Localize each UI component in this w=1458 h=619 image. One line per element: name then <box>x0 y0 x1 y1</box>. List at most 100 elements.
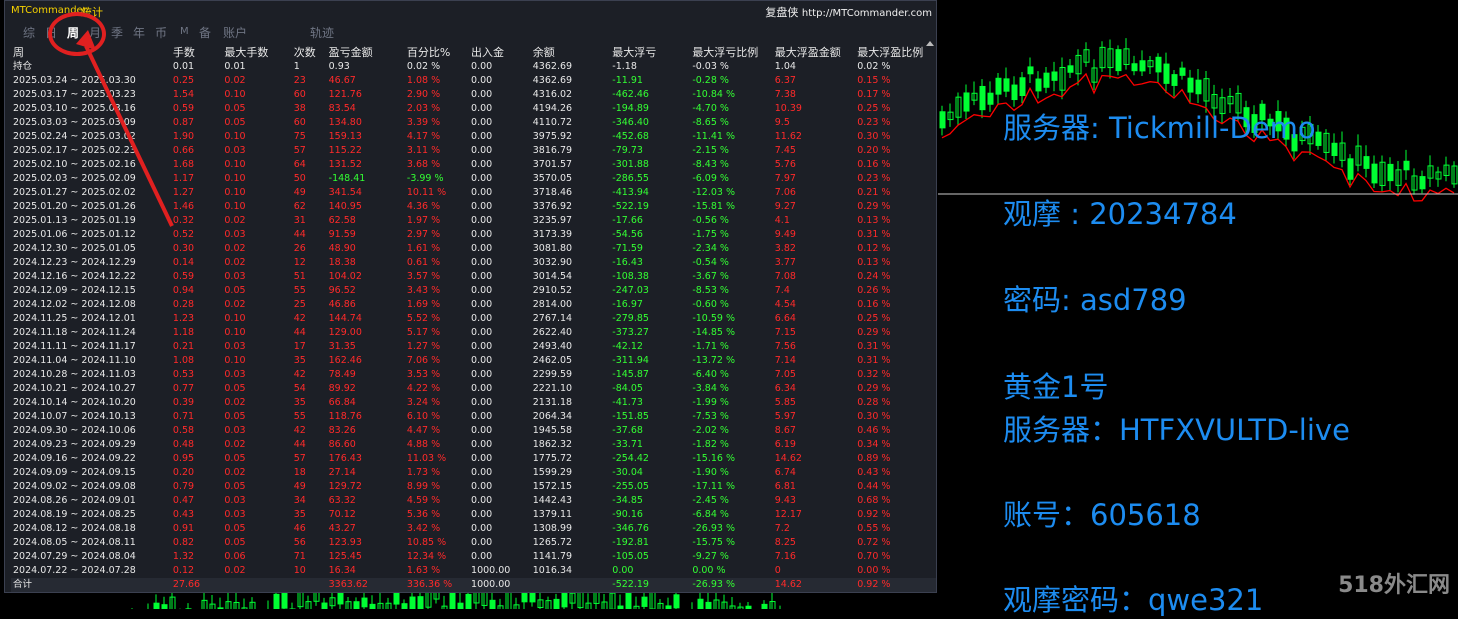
cell-max-drawdown-pct: -0.54 % <box>690 256 772 270</box>
cell-count: 46 <box>292 522 327 536</box>
cell-max-drawdown: -346.76 <box>610 522 690 536</box>
cell-lots: 0.59 <box>171 270 222 284</box>
cell-balance: 2299.59 <box>531 368 611 382</box>
candle <box>1348 159 1353 179</box>
cell-lots: 1.18 <box>171 326 222 340</box>
table-row[interactable]: 2024.09.16 ~ 2024.09.220.950.0557176.431… <box>11 452 936 466</box>
table-row[interactable]: 2024.09.09 ~ 2024.09.150.200.021827.141.… <box>11 466 936 480</box>
candle <box>762 604 767 609</box>
table-row[interactable]: 2024.09.02 ~ 2024.09.080.790.0549129.728… <box>11 480 936 494</box>
cell-max-float-profit: 7.14 <box>773 354 855 368</box>
cell-max-float-profit-pct: 0.12 % <box>855 242 936 256</box>
cell-max-drawdown-pct: 0.00 % <box>690 564 772 578</box>
table-row[interactable]: 2024.12.30 ~ 2025.01.050.300.022648.901.… <box>11 242 936 256</box>
table-row[interactable]: 2024.11.04 ~ 2024.11.101.080.1035162.467… <box>11 354 936 368</box>
cell-max-float-profit: 7.15 <box>773 326 855 340</box>
cell-count: 35 <box>292 354 327 368</box>
table-row[interactable]: 2024.07.22 ~ 2024.07.280.120.021016.341.… <box>11 564 936 578</box>
table-row-total[interactable]: 合计27.663363.62336.36 %1000.00-522.19-26.… <box>11 578 936 592</box>
table-row[interactable]: 2024.12.09 ~ 2024.12.150.940.055596.523.… <box>11 284 936 298</box>
cell-max-float-profit-pct: 0.92 % <box>855 508 936 522</box>
cell-deposit: 0.00 <box>469 298 531 312</box>
candle <box>1188 78 1193 92</box>
cell-pnl: 46.86 <box>327 298 405 312</box>
cell-max-drawdown-pct: -1.82 % <box>690 438 772 452</box>
cell-max-float-profit-pct: 0.70 % <box>855 550 936 564</box>
table-row[interactable]: 2024.12.16 ~ 2024.12.220.590.0351104.023… <box>11 270 936 284</box>
cell-max-lots: 0.03 <box>222 270 291 284</box>
cell-max-drawdown-pct: -14.85 % <box>690 326 772 340</box>
cell-week: 2024.11.11 ~ 2024.11.17 <box>11 340 171 354</box>
cell-balance: 2910.52 <box>531 284 611 298</box>
cell-percent: 3.24 % <box>405 396 469 410</box>
cell-deposit: 1000.00 <box>469 578 531 592</box>
cell-max-float-profit: 3.77 <box>773 256 855 270</box>
table-row[interactable]: 2024.07.29 ~ 2024.08.041.320.0671125.451… <box>11 550 936 564</box>
cell-max-float-profit: 6.81 <box>773 480 855 494</box>
table-row[interactable]: 2024.08.26 ~ 2024.09.010.470.033463.324.… <box>11 494 936 508</box>
cell-max-float-profit: 6.34 <box>773 382 855 396</box>
cell-lots: 0.91 <box>171 522 222 536</box>
cell-count: 42 <box>292 312 327 326</box>
table-row[interactable]: 2024.10.21 ~ 2024.10.270.770.055489.924.… <box>11 382 936 396</box>
cell-percent: 1.69 % <box>405 298 469 312</box>
cell-max-float-profit-pct: 0.29 % <box>855 326 936 340</box>
candle <box>370 604 375 609</box>
candle <box>274 594 279 609</box>
table-row[interactable]: 2024.08.19 ~ 2024.08.250.430.033570.125.… <box>11 508 936 522</box>
cell-pnl: 3363.62 <box>327 578 405 592</box>
cell-pnl: 104.02 <box>327 270 405 284</box>
cell-week: 2024.08.12 ~ 2024.08.18 <box>11 522 171 536</box>
cell-pnl: 16.34 <box>327 564 405 578</box>
table-row[interactable]: 2024.12.02 ~ 2024.12.080.280.022546.861.… <box>11 298 936 312</box>
table-row[interactable]: 2024.10.28 ~ 2024.11.030.530.034278.493.… <box>11 368 936 382</box>
cell-count: 17 <box>292 340 327 354</box>
cell-max-lots: 0.02 <box>222 466 291 480</box>
cell-balance: 2064.34 <box>531 410 611 424</box>
cell-max-drawdown: -373.27 <box>610 326 690 340</box>
cell-max-lots: 0.02 <box>222 438 291 452</box>
cell-max-lots: 0.02 <box>222 256 291 270</box>
cell-max-float-profit-pct: 0.89 % <box>855 452 936 466</box>
table-row[interactable]: 2024.11.18 ~ 2024.11.241.180.1044129.005… <box>11 326 936 340</box>
candle <box>490 600 495 609</box>
cell-max-drawdown-pct: -17.11 % <box>690 480 772 494</box>
cell-max-drawdown-pct: -3.67 % <box>690 270 772 284</box>
cell-pnl: 43.27 <box>327 522 405 536</box>
candle <box>1316 132 1321 145</box>
candle <box>1180 68 1185 75</box>
table-row[interactable]: 2024.10.14 ~ 2024.10.200.390.023566.843.… <box>11 396 936 410</box>
table-row[interactable]: 2024.10.07 ~ 2024.10.130.710.0555118.766… <box>11 410 936 424</box>
cell-max-drawdown: 0.00 <box>610 564 690 578</box>
cell-deposit: 0.00 <box>469 522 531 536</box>
table-row[interactable]: 2024.11.11 ~ 2024.11.170.210.031731.351.… <box>11 340 936 354</box>
table-row[interactable]: 2024.09.30 ~ 2024.10.060.580.034283.264.… <box>11 424 936 438</box>
cell-balance: 1379.11 <box>531 508 611 522</box>
cell-pnl: 129.00 <box>327 326 405 340</box>
table-row[interactable]: 2024.11.25 ~ 2024.12.011.230.1042144.745… <box>11 312 936 326</box>
cell-max-drawdown-pct: -8.53 % <box>690 284 772 298</box>
cell-count: 35 <box>292 396 327 410</box>
cell-max-float-profit-pct: 0.46 % <box>855 424 936 438</box>
cell-balance: 1945.58 <box>531 424 611 438</box>
cell-deposit: 0.00 <box>469 466 531 480</box>
cell-balance: 1141.79 <box>531 550 611 564</box>
cell-max-lots: 0.10 <box>222 326 291 340</box>
cell-max-lots: 0.05 <box>222 536 291 550</box>
candle <box>1004 79 1009 91</box>
cell-deposit: 0.00 <box>469 326 531 340</box>
cell-lots: 27.66 <box>171 578 222 592</box>
candle <box>402 604 407 609</box>
table-row[interactable]: 2024.08.05 ~ 2024.08.110.820.0556123.931… <box>11 536 936 550</box>
cell-count: 55 <box>292 284 327 298</box>
cell-max-drawdown: -90.16 <box>610 508 690 522</box>
candle <box>1156 57 1161 72</box>
table-row[interactable]: 2024.09.23 ~ 2024.09.290.480.024486.604.… <box>11 438 936 452</box>
cell-lots: 0.30 <box>171 242 222 256</box>
cell-deposit: 0.00 <box>469 242 531 256</box>
cell-deposit: 0.00 <box>469 270 531 284</box>
table-row[interactable]: 2024.08.12 ~ 2024.08.180.910.054643.273.… <box>11 522 936 536</box>
candle <box>996 78 1001 94</box>
cell-max-float-profit-pct: 0.24 % <box>855 270 936 284</box>
table-row[interactable]: 2024.12.23 ~ 2024.12.290.140.021218.380.… <box>11 256 936 270</box>
